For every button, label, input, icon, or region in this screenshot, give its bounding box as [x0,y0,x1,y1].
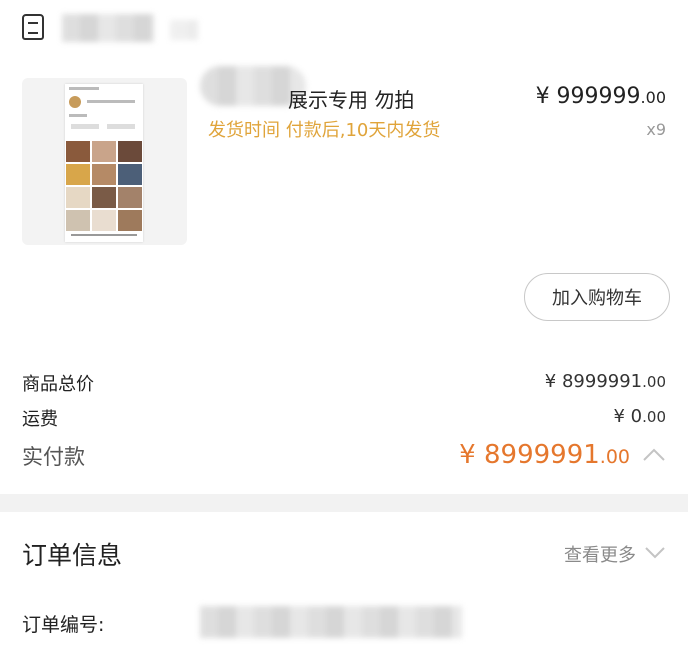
shipping-time: 发货时间 付款后,10天内发货 [208,120,441,141]
goods-total-int: ¥ 8999991 [544,371,643,392]
product-price: ¥ 999999.00 [536,84,666,109]
add-to-cart-button[interactable]: 加入购物车 [524,273,670,321]
shipping-fee-dec: .00 [642,408,666,426]
actual-payment-label: 实付款 [22,445,85,469]
goods-total-value: ¥ 8999991.00 [545,371,666,392]
view-more-link[interactable]: 查看更多 [564,541,636,567]
order-number-redacted [200,606,462,638]
section-divider [0,494,688,512]
product-price-dec: .00 [640,88,666,107]
goods-total-dec: .00 [642,373,666,391]
shipping-fee-int: ¥ 0 [613,406,643,427]
shop-icon [22,14,44,40]
chevron-down-icon[interactable] [644,546,666,560]
actual-payment-dec: .00 [599,446,630,468]
shipping-fee-label: 运费 [22,409,58,430]
shipping-fee-value: ¥ 0.00 [614,406,667,427]
thumbnail-phone-screenshot [65,84,143,242]
order-info-title: 订单信息 [22,541,123,570]
actual-payment-value: ¥ 8999991.00 [459,440,630,470]
product-thumbnail[interactable] [22,78,187,245]
goods-total-label: 商品总价 [22,374,94,395]
product-quantity: x9 [646,120,666,139]
product-title[interactable]: 展示专用 勿拍 [288,84,414,113]
shop-name-redacted-2 [170,20,198,40]
chevron-up-icon[interactable] [642,446,666,462]
shop-name-redacted[interactable] [62,14,154,42]
order-number-label: 订单编号: [22,614,105,636]
actual-payment-int: ¥ 8999991 [459,440,600,470]
product-price-int: ¥ 999999 [535,84,641,109]
